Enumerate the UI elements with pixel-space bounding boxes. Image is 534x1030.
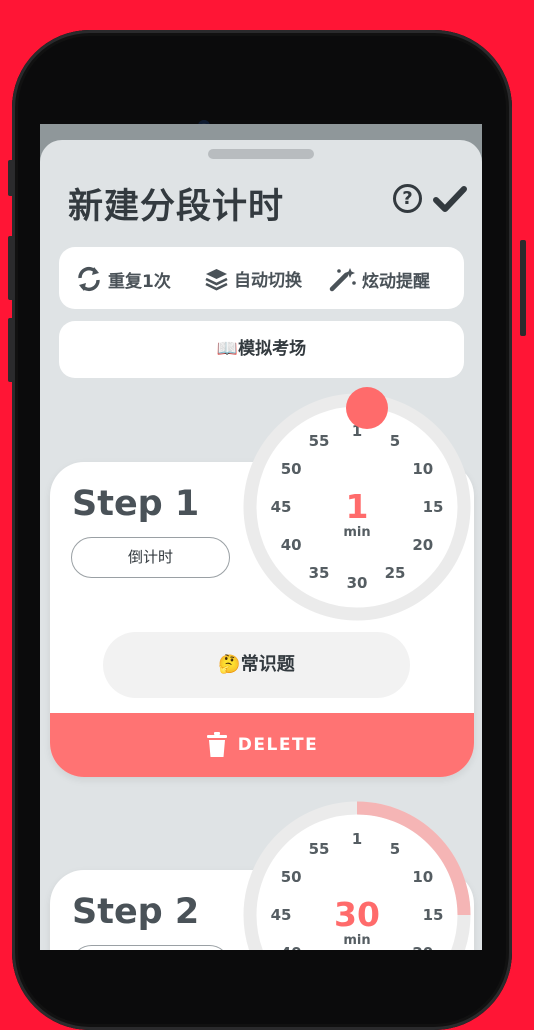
dial-minute-label: 30: [347, 574, 368, 592]
dial-minute-label: 1: [352, 830, 362, 848]
options-bar: 重复1次 自动切换 炫动提醒: [59, 247, 464, 309]
mock-exam-button[interactable]: 📖模拟考场: [59, 321, 464, 378]
dial-minute-label: 50: [281, 868, 302, 886]
dial-knob[interactable]: [346, 387, 388, 429]
dial-minute-label: 35: [309, 564, 330, 582]
selected-minutes: 30: [334, 895, 380, 934]
dial-minute-label: 25: [385, 564, 406, 582]
layers-icon: [205, 268, 228, 290]
trash-icon: [206, 732, 227, 757]
dial-minute-label: 55: [309, 432, 330, 450]
power-button: [520, 240, 526, 336]
dial-minute-label: 10: [412, 868, 433, 886]
flash-reminder-label: 炫动提醒: [362, 271, 430, 292]
dial-minute-label: 20: [412, 536, 433, 554]
repeat-option[interactable]: 重复1次: [75, 266, 171, 292]
countdown-mode-button[interactable]: 倒计时: [71, 537, 230, 578]
auto-switch-option[interactable]: 自动切换: [204, 266, 302, 291]
help-icon[interactable]: ?: [393, 184, 422, 213]
countdown-mode-button[interactable]: [71, 945, 230, 950]
selected-minutes: 1: [346, 487, 369, 526]
minutes-unit: min: [343, 525, 370, 540]
step-title: Step 2: [72, 892, 200, 932]
minute-dial[interactable]: 1510152025303540455055 30 min: [241, 792, 477, 950]
dial-minute-label: 40: [281, 944, 302, 950]
minutes-unit: min: [343, 933, 370, 948]
mute-switch: [8, 160, 14, 196]
repeat-label: 重复1次: [108, 271, 171, 292]
delete-button[interactable]: DELETE: [50, 713, 474, 777]
dial-minute-label: 45: [271, 498, 292, 516]
dial-minute-label: 40: [281, 536, 302, 554]
minute-dial[interactable]: 1510152025303540455055 1 min: [241, 384, 477, 622]
dial-minute-label: 20: [412, 944, 433, 950]
dial-minute-label: 5: [390, 840, 400, 858]
step-title: Step 1: [72, 484, 200, 524]
dial-minute-label: 55: [309, 840, 330, 858]
volume-down-button: [8, 318, 14, 382]
magic-wand-icon: [329, 268, 356, 292]
repeat-icon: [78, 267, 100, 291]
screen: 新建分段计时 ? 重复1次 自动切换 炫动提醒 📖模拟考场 Step 1 倒计时…: [40, 124, 482, 950]
dial-minute-label: 15: [423, 498, 444, 516]
dial-minute-label: 50: [281, 460, 302, 478]
page-title: 新建分段计时: [68, 187, 285, 227]
checkmark-icon[interactable]: [433, 184, 467, 214]
volume-up-button: [8, 236, 14, 300]
delete-label: DELETE: [237, 735, 319, 755]
sheet-handle[interactable]: [208, 149, 314, 159]
bottom-sheet: 新建分段计时 ? 重复1次 自动切换 炫动提醒 📖模拟考场 Step 1 倒计时…: [40, 140, 482, 950]
flash-reminder-option[interactable]: 炫动提醒: [329, 266, 430, 292]
dial-minute-label: 10: [412, 460, 433, 478]
step-label-button[interactable]: 🤔常识题: [103, 632, 410, 698]
dial-minute-label: 5: [390, 432, 400, 450]
dial-minute-label: 45: [271, 906, 292, 924]
dial-minute-label: 15: [423, 906, 444, 924]
auto-switch-label: 自动切换: [234, 271, 302, 291]
